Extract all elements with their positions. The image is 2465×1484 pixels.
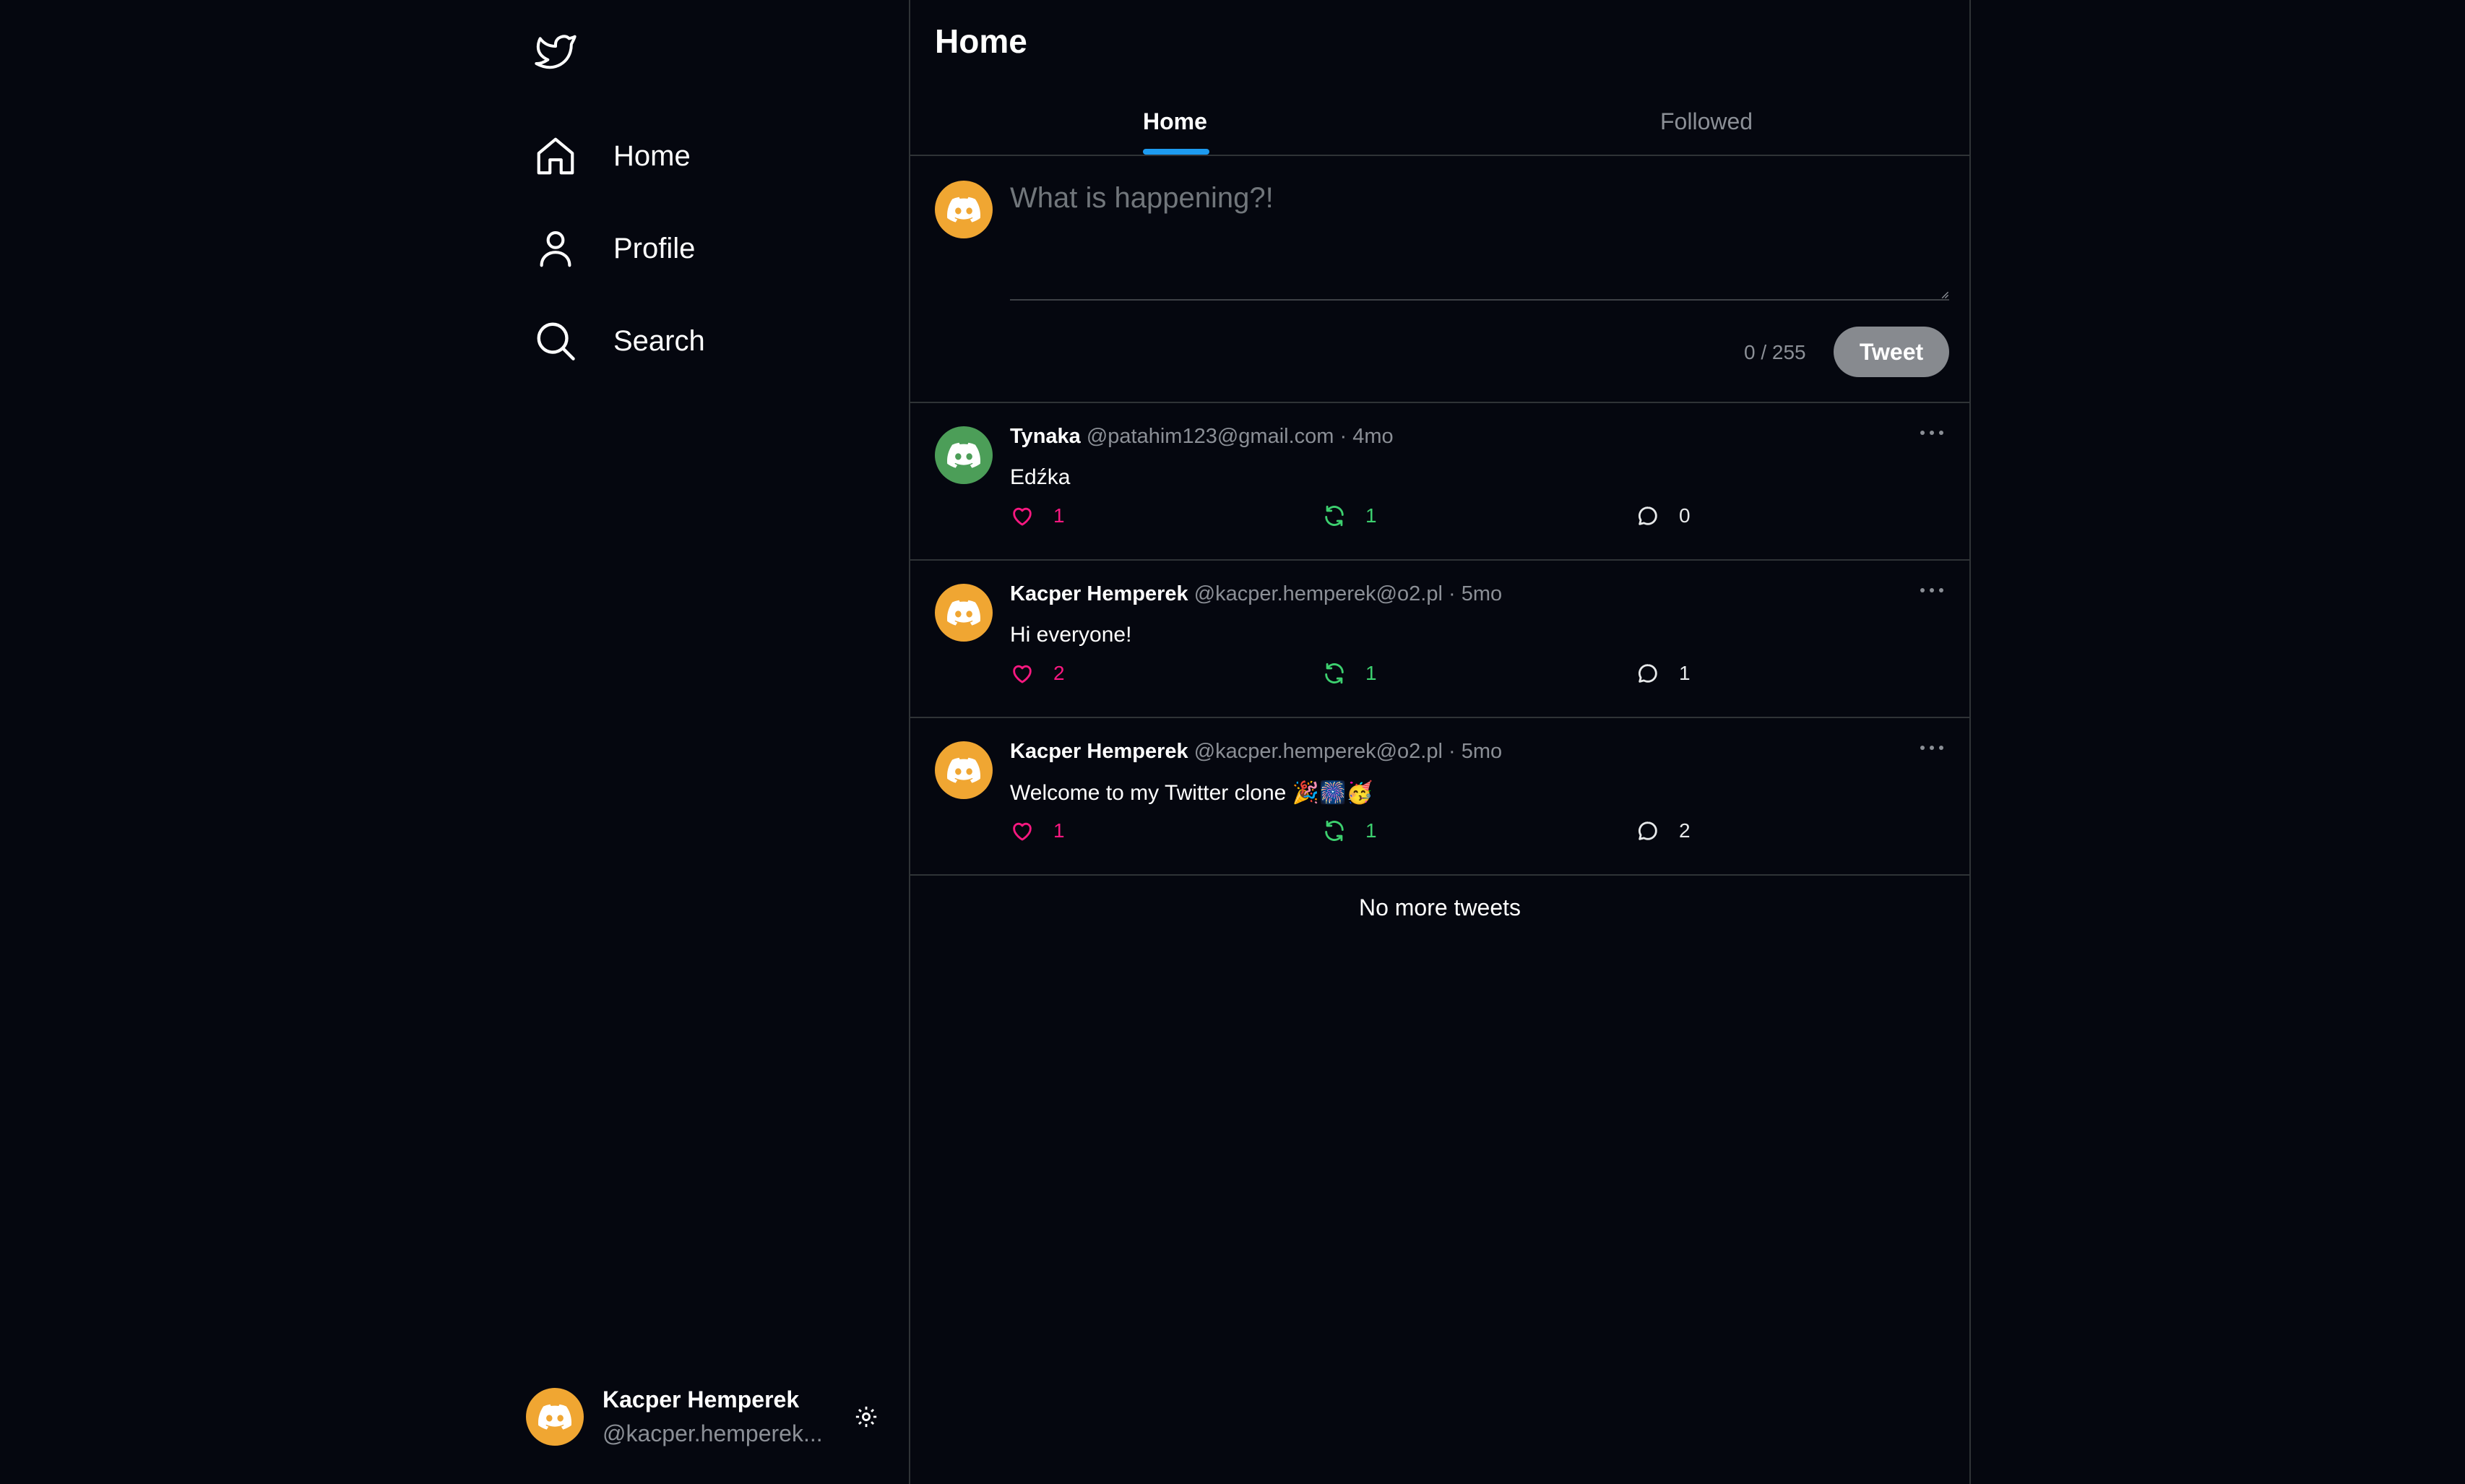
tweet-time: · 5mo (1449, 740, 1503, 763)
reply-count: 2 (1679, 819, 1691, 842)
tweet-input[interactable] (1010, 182, 1949, 301)
more-options-icon[interactable] (1919, 744, 1945, 751)
like-button[interactable]: 2 (1010, 659, 1065, 688)
discord-icon (947, 757, 980, 783)
heart-icon (1013, 822, 1032, 841)
retweet-button[interactable]: 1 (1322, 501, 1377, 530)
avatar (526, 1388, 584, 1446)
sidebar-item-label: Profile (613, 232, 696, 264)
avatar (935, 181, 993, 238)
sidebar: Home Profile Search Kacper Hemperek @kac… (0, 0, 909, 1484)
retweet-icon (1325, 663, 1344, 684)
retweet-icon (1325, 820, 1344, 842)
sidebar-item-home[interactable]: Home (532, 129, 691, 184)
tweet-handle[interactable]: @kacper.hemperek@o2.pl (1194, 582, 1443, 605)
more-options-icon[interactable] (1919, 587, 1945, 594)
sidebar-item-profile[interactable]: Profile (532, 221, 695, 276)
account-name: Kacper Hemperek (603, 1386, 800, 1412)
app: Home Profile Search Kacper Hemperek @kac… (0, 0, 2465, 1484)
gear-icon[interactable] (854, 1405, 878, 1429)
tweet-item[interactable]: Kacper Hemperek @kacper.hemperek@o2.pl ·… (910, 718, 1969, 876)
sidebar-item-label: Search (613, 324, 705, 357)
account-handle: @kacper.hemperek... (603, 1420, 823, 1446)
account-switcher[interactable]: Kacper Hemperek @kacper.hemperek... (526, 1384, 878, 1449)
heart-icon (1013, 665, 1032, 683)
active-tab-indicator (1143, 149, 1209, 155)
character-counter: 0 / 255 (1744, 341, 1806, 363)
tweet-author-name[interactable]: Kacper Hemperek (1010, 740, 1188, 763)
discord-icon (947, 600, 980, 626)
tweet-handle[interactable]: @patahim123@gmail.com (1087, 425, 1334, 448)
comment-icon (1639, 821, 1657, 840)
tweet-author-name[interactable]: Kacper Hemperek (1010, 582, 1188, 605)
tweet-button[interactable]: Tweet (1834, 327, 1949, 377)
reply-button[interactable]: 1 (1636, 659, 1691, 688)
account-info: Kacper Hemperek @kacper.hemperek... (603, 1386, 834, 1447)
like-button[interactable]: 1 (1010, 501, 1065, 530)
avatar[interactable] (935, 426, 993, 484)
page-title: Home (935, 22, 1027, 60)
retweet-button[interactable]: 1 (1322, 816, 1377, 845)
home-icon (532, 133, 579, 179)
comment-icon (1639, 506, 1657, 525)
tweet-composer: 0 / 255 Tweet (910, 156, 1969, 403)
feed-tabs: Home Followed (910, 87, 1969, 156)
retweet-count: 1 (1365, 819, 1377, 842)
sidebar-item-label: Home (613, 139, 691, 172)
bird-icon[interactable] (532, 29, 579, 75)
tweet-handle[interactable]: @kacper.hemperek@o2.pl (1194, 740, 1443, 763)
tweet-author-name[interactable]: Tynaka (1010, 425, 1081, 448)
reply-count: 0 (1679, 504, 1691, 527)
tweet-time: · 5mo (1449, 582, 1503, 605)
tweet-text: Edźka (1010, 465, 1071, 489)
like-button[interactable]: 1 (1010, 816, 1065, 845)
like-count: 1 (1053, 819, 1065, 842)
reply-button[interactable]: 2 (1636, 816, 1691, 845)
retweet-button[interactable]: 1 (1322, 659, 1377, 688)
end-of-feed-message: No more tweets (1358, 894, 1521, 920)
tweet-header: Kacper Hemperek @kacper.hemperek@o2.pl ·… (1010, 740, 1502, 764)
reply-button[interactable]: 0 (1636, 501, 1691, 530)
tweet-item[interactable]: Kacper Hemperek @kacper.hemperek@o2.pl ·… (910, 561, 1969, 718)
reply-count: 1 (1679, 662, 1691, 684)
tweet-header: Tynaka @patahim123@gmail.com · 4mo (1010, 425, 1394, 449)
retweet-count: 1 (1365, 662, 1377, 684)
tab-followed[interactable]: Followed (1660, 108, 1753, 135)
resize-handle-icon[interactable] (1939, 289, 1949, 299)
sidebar-item-search[interactable]: Search (532, 314, 705, 368)
tweet-item[interactable]: Tynaka @patahim123@gmail.com · 4mo Edźka… (910, 403, 1969, 561)
user-icon (532, 225, 579, 272)
main-feed: Home Home Followed 0 / 255 Tweet Tynaka … (909, 0, 1971, 1484)
tab-home[interactable]: Home (1143, 108, 1207, 135)
tweet-header: Kacper Hemperek @kacper.hemperek@o2.pl ·… (1010, 582, 1502, 606)
discord-icon (947, 197, 980, 223)
like-count: 2 (1053, 662, 1065, 684)
discord-icon (538, 1404, 571, 1430)
avatar[interactable] (935, 584, 993, 642)
search-icon (532, 318, 579, 364)
more-options-icon[interactable] (1919, 429, 1945, 436)
like-count: 1 (1053, 504, 1065, 527)
discord-icon (947, 442, 980, 468)
retweet-count: 1 (1365, 504, 1377, 527)
tweet-text: Hi everyone! (1010, 623, 1132, 647)
tweet-text: Welcome to my Twitter clone 🎉🎆🥳 (1010, 781, 1373, 805)
avatar[interactable] (935, 741, 993, 799)
retweet-icon (1325, 505, 1344, 527)
comment-icon (1639, 664, 1657, 683)
heart-icon (1013, 507, 1032, 526)
tweet-time: · 4mo (1339, 425, 1394, 448)
